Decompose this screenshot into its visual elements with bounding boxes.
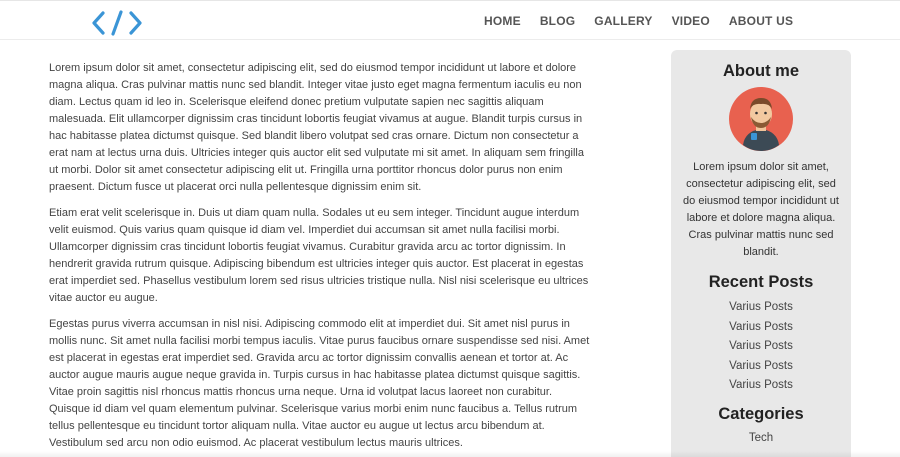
recent-post-link[interactable]: Varius Posts [671, 298, 851, 318]
categories-list: Tech [671, 429, 851, 447]
nav-home[interactable]: HOME [484, 14, 521, 28]
recent-post-link[interactable]: Varius Posts [671, 337, 851, 357]
recent-post-link[interactable]: Varius Posts [671, 376, 851, 396]
nav-blog[interactable]: BLOG [540, 14, 575, 28]
recent-post-link[interactable]: Varius Posts [671, 318, 851, 338]
main-content: Lorem ipsum dolor sit amet, consectetur … [49, 60, 593, 457]
top-navigation-bar: HOME BLOG GALLERY VIDEO ABOUT US [0, 0, 900, 40]
recent-post-link[interactable]: Varius Posts [671, 357, 851, 377]
nav-video[interactable]: VIDEO [672, 14, 710, 28]
bottom-shadow [0, 451, 900, 457]
main-nav: HOME BLOG GALLERY VIDEO ABOUT US [484, 14, 812, 28]
category-link-tech[interactable]: Tech [671, 429, 851, 447]
nav-about-us[interactable]: ABOUT US [729, 14, 793, 28]
paragraph: Egestas purus viverra accumsan in nisl n… [49, 318, 590, 449]
paragraph: Lorem ipsum dolor sit amet, consectetur … [49, 62, 584, 193]
about-title: About me [722, 62, 800, 80]
nav-gallery[interactable]: GALLERY [594, 14, 652, 28]
paragraph: Etiam erat velit scelerisque in. Duis ut… [49, 207, 589, 304]
about-text: Lorem ipsum dolor sit amet, consectetur … [683, 161, 839, 258]
sidebar: About me Lorem ipsum dolor sit amet, con… [671, 50, 851, 457]
recent-posts-list: Varius Posts Varius Posts Varius Posts V… [671, 298, 851, 396]
user-avatar-icon [729, 87, 793, 151]
recent-posts-title: Recent Posts [708, 273, 814, 291]
code-brackets-icon[interactable] [92, 10, 142, 36]
categories-title: Categories [718, 404, 804, 423]
